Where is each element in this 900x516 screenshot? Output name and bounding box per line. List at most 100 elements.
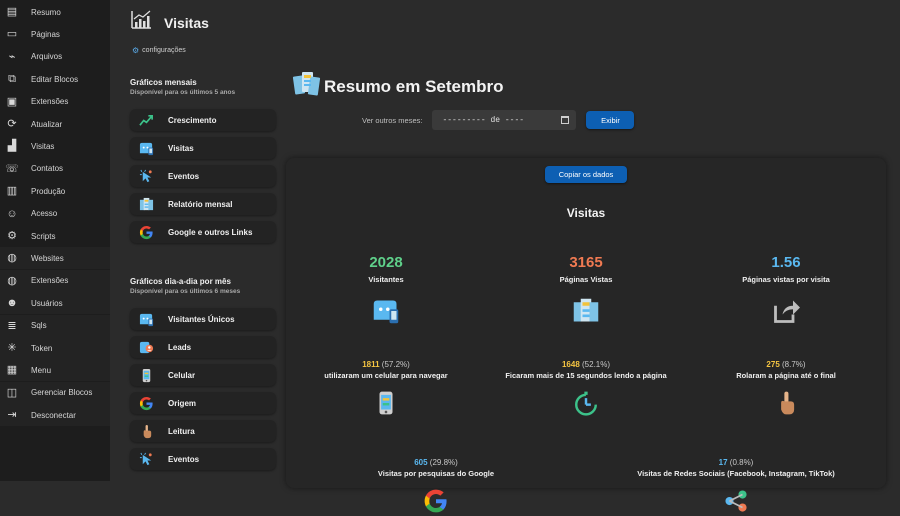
sidebar-item-label: Produção [31, 186, 66, 196]
sidebar-item-label: Extensões [31, 97, 69, 107]
summary-header: Resumo em Setembro [292, 70, 504, 103]
phone-icon [138, 367, 154, 383]
detail-count: 1648 [561, 360, 580, 369]
daily-button-celular[interactable]: Celular [130, 364, 276, 386]
phone-icon [372, 388, 400, 418]
daily-button-origem[interactable]: Origem [130, 392, 276, 414]
sidebar-item-acesso[interactable]: ☺ Acesso [0, 203, 110, 225]
trend-icon [138, 112, 154, 128]
sidebar-item-sqls[interactable]: ≣ Sqls [0, 314, 110, 337]
detail-figure: 17 (0.8%) [606, 458, 866, 467]
sidebar-item-atualizar[interactable]: ⟳ Atualizar [0, 113, 110, 135]
window-icon: ▣ [6, 95, 18, 108]
manage-blocks-icon: ◫ [6, 386, 18, 399]
button-label: Leads [168, 342, 192, 352]
button-label: Eventos [168, 454, 200, 464]
cursor-events-icon [138, 168, 154, 184]
sidebar-item-extensões[interactable]: ▣ Extensões [0, 91, 110, 113]
sidebar-item-editar-blocos[interactable]: ⧉ Editar Blocos [0, 68, 110, 90]
detail-percent: (0.8%) [729, 458, 754, 467]
button-label: Celular [168, 370, 196, 380]
hand-pointer-icon [138, 423, 154, 439]
sidebar-item-menu[interactable]: ▦ Menu [0, 359, 110, 382]
sidebar-item-extensões[interactable]: ◍ Extensões [0, 269, 110, 292]
sidebar-item-arquivos[interactable]: ⌁ Arquivos [0, 46, 110, 68]
sidebar-item-label: Editar Blocos [31, 74, 79, 84]
month-input[interactable]: --------- de ---- [432, 110, 577, 130]
button-label: Eventos [168, 171, 200, 181]
report-icon [138, 196, 154, 212]
share-icon [771, 296, 801, 326]
monthly-section-header: Gráficos mensais Disponível para os últi… [130, 78, 276, 96]
google-icon [422, 486, 450, 516]
monthly-button-google-e-outros-links[interactable]: Google e outros Links [130, 221, 276, 243]
copy-data-button[interactable]: Copiar os dados [545, 166, 627, 183]
stat-label: Visitantes [368, 275, 404, 284]
sidebar-item-gerenciar-blocos[interactable]: ◫ Gerenciar Blocos [0, 381, 110, 404]
daily-button-eventos[interactable]: Eventos [130, 448, 276, 470]
monthly-button-relatório-mensal[interactable]: Relatório mensal [130, 193, 276, 215]
daily-button-leitura[interactable]: Leitura [130, 420, 276, 442]
monthly-button-visitas[interactable]: Visitas [130, 137, 276, 159]
detail-stat: 275 (8.7%) Rolaram a página até o final [656, 360, 900, 418]
sidebar-item-websites[interactable]: ◍ Websites [0, 247, 110, 270]
grid-icon: ▦ [6, 364, 18, 377]
button-label: Origem [168, 398, 197, 408]
sidebar-item-token[interactable]: ✳ Token [0, 337, 110, 359]
sidebar-item-produção[interactable]: ▥ Produção [0, 180, 110, 202]
sidebar-item-contatos[interactable]: ☏ Contatos [0, 158, 110, 180]
sidebar-item-label: Arquivos [31, 52, 63, 62]
detail-count: 1811 [362, 360, 380, 369]
sidebar-item-resumo[interactable]: ▤ Resumo [0, 1, 110, 23]
hand-pointer-icon [772, 388, 800, 418]
presentation-icon: ▥ [6, 185, 18, 198]
sidebar-item-scripts[interactable]: ⚙ Scripts [0, 225, 110, 247]
sidebar-item-label: Acesso [31, 209, 58, 219]
button-label: Visitantes Únicos [168, 314, 235, 324]
stat-páginas-vistas: 3165 Páginas Vistas [486, 254, 686, 326]
settings-label: configurações [142, 47, 186, 54]
button-label: Leitura [168, 426, 195, 436]
update-icon: ⟳ [7, 118, 17, 130]
monthly-subtitle: Disponível para os últimos 5 anos [130, 89, 236, 96]
card-title: Visitas [566, 206, 606, 220]
detail-figure: 605 (29.8%) [306, 458, 566, 467]
cursor-events-icon [138, 451, 154, 467]
report-icon [571, 296, 601, 326]
detail-percent: (29.8%) [429, 458, 458, 467]
button-label: Crescimento [168, 115, 217, 125]
network-icon: ✳ [7, 342, 17, 354]
detail-label: Visitas de Redes Sociais (Facebook, Inst… [637, 469, 835, 478]
sidebar-item-desconectar[interactable]: ⇥ Desconectar [0, 404, 110, 427]
detail-percent: (52.1%) [582, 360, 611, 369]
sidebar-item-páginas[interactable]: ▭ Páginas [0, 23, 110, 45]
sidebar-item-usuários[interactable]: ☻ Usuários [0, 292, 110, 315]
show-button[interactable]: Exibir [586, 111, 635, 129]
sidebar-item-label: Contatos [31, 164, 64, 174]
daily-subtitle: Disponível para os últimos 6 meses [130, 288, 241, 295]
page-header: Visitas [130, 10, 209, 35]
detail-figure: 275 (8.7%) [656, 360, 900, 369]
social-icon [722, 486, 750, 516]
report-icon [292, 70, 322, 103]
daily-button-visitantes-únicos[interactable]: Visitantes Únicos [130, 308, 276, 330]
daily-button-leads[interactable]: Leads [130, 336, 276, 358]
sidebar-item-visitas[interactable]: ▟ Visitas [0, 135, 110, 157]
daily-title: Gráficos dia-a-dia por mês [130, 277, 231, 286]
monthly-button-eventos[interactable]: Eventos [130, 165, 276, 187]
monthly-button-crescimento[interactable]: Crescimento [130, 109, 276, 131]
daily-section-header: Gráficos dia-a-dia por mês Disponível pa… [130, 277, 276, 295]
detail-percent: (57.2%) [381, 360, 410, 369]
settings-link[interactable]: ⚙ configurações [132, 46, 186, 55]
detail-percent: (8.7%) [782, 360, 806, 369]
visitor-icon [371, 296, 401, 326]
sidebar-item-label: Desconectar [31, 410, 76, 420]
month-input-value: --------- de ---- [442, 115, 525, 125]
contacts-icon: ☏ [5, 162, 19, 175]
calendar-icon[interactable] [561, 116, 570, 124]
sidebar-item-label: Scripts [31, 231, 56, 241]
sidebar-item-label: Visitas [31, 141, 55, 151]
button-label: Google e outros Links [168, 227, 253, 237]
scripts-icon: ⚙ [7, 230, 17, 242]
stat-value: 3165 [569, 254, 603, 271]
